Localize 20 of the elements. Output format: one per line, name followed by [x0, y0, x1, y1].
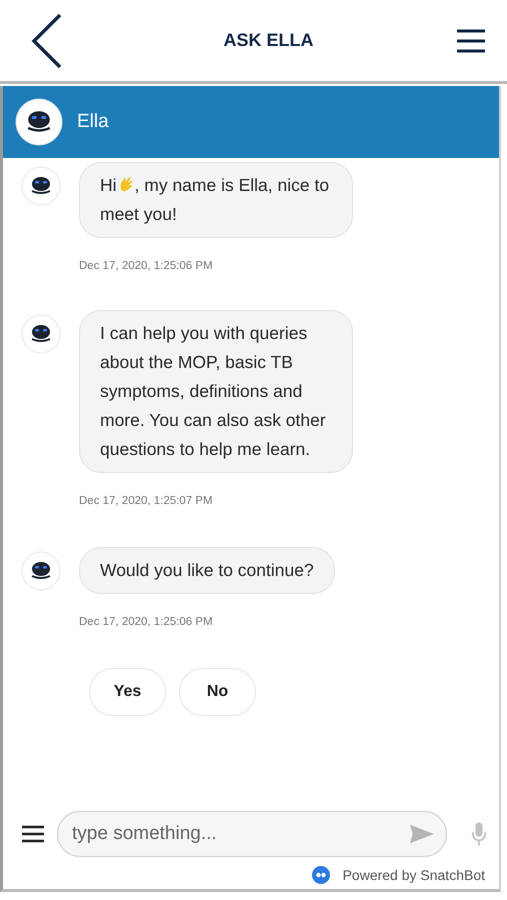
- robot-avatar-icon: [21, 551, 61, 591]
- back-button[interactable]: [30, 12, 64, 68]
- robot-avatar-icon: [21, 166, 61, 206]
- robot-avatar-icon: [21, 314, 61, 354]
- powered-by-text: Powered by SnatchBot: [342, 867, 485, 883]
- message-input[interactable]: type something...: [57, 811, 447, 857]
- menu-button[interactable]: [455, 28, 487, 54]
- quick-reply-button[interactable]: No: [179, 668, 256, 716]
- message-bubble: Would you like to continue?: [79, 547, 335, 594]
- menu-button[interactable]: [21, 825, 45, 843]
- robot-logo-icon: [310, 865, 331, 885]
- message-bubble: I can help you with queries about the MOP, basic TB symptoms, definitions and more. You can also ask other questions to help me learn.: [79, 310, 353, 473]
- quick-reply-button[interactable]: Yes: [89, 668, 166, 716]
- message-timestamp: Dec 17, 2020, 1:25:06 PM: [79, 260, 213, 272]
- bot-name: Ella: [77, 111, 109, 133]
- app-title: ASK ELLA: [224, 30, 314, 51]
- message-bubble: Hi , my name is Ella, nice to meet you!: [79, 162, 353, 238]
- message-timestamp: Dec 17, 2020, 1:25:06 PM: [79, 616, 213, 628]
- message-timestamp: Dec 17, 2020, 1:25:07 PM: [79, 495, 213, 507]
- robot-avatar-icon: [15, 98, 63, 146]
